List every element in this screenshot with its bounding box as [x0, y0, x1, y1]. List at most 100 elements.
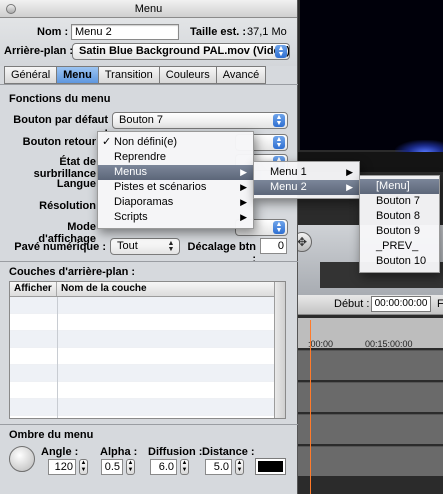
menu-item-reprendre[interactable]: Reprendre — [98, 150, 253, 165]
table-row[interactable] — [10, 331, 285, 348]
divider — [0, 424, 298, 425]
decalage-field[interactable]: 0 — [260, 238, 287, 254]
inspector-window: Menu Nom : Menu 2 Taille est. : 37,1 Mo … — [0, 0, 298, 494]
divider — [0, 261, 298, 262]
timeline-track[interactable] — [280, 382, 443, 412]
tab-menu[interactable]: Menu — [56, 66, 98, 84]
alpha-label: Alpha : — [100, 446, 138, 458]
popup-arrows-icon: ▲▼ — [275, 45, 287, 58]
menu-item-menu2[interactable]: Menu 2 ▶ — [254, 180, 359, 195]
popup-menu-level2: Menu 1 ▶ Menu 2 ▶ — [253, 161, 360, 199]
angle-field[interactable]: 120 — [48, 459, 76, 475]
timeline-track[interactable] — [280, 446, 443, 476]
bouton-defaut-popup[interactable]: Bouton 7 ▲ ▼ — [112, 112, 288, 129]
shadow-color-well[interactable] — [255, 458, 286, 475]
pave-numerique-value: Tout — [117, 240, 138, 252]
column-divider — [57, 297, 58, 418]
title-bar[interactable]: Menu — [0, 0, 297, 18]
fonctions-title: Fonctions du menu — [9, 93, 111, 105]
angle-stepper[interactable]: ▲ ▼ — [79, 459, 88, 475]
table-body — [10, 297, 285, 416]
popup-arrows-icon: ▲▼ — [273, 136, 285, 149]
pave-numerique-popup[interactable]: Tout ▲ ▼ — [110, 238, 180, 255]
diffusion-stepper[interactable]: ▲ ▼ — [180, 459, 189, 475]
divider — [0, 84, 298, 85]
tab-bar: Général Menu Transition Couleurs Avancé — [4, 66, 267, 84]
submenu-arrow-icon: ▶ — [240, 182, 247, 192]
table-scrollbar[interactable] — [274, 282, 285, 418]
tab-avance[interactable]: Avancé — [215, 66, 267, 84]
close-icon[interactable] — [6, 4, 16, 14]
checkmark-icon: ✓ — [102, 136, 112, 148]
popup-arrows-icon: ▲▼ — [167, 240, 175, 253]
ruler-tick: 00:15:00:00 — [365, 339, 413, 349]
distance-label: Distance : — [202, 446, 255, 458]
timeline-track[interactable] — [280, 350, 443, 380]
tab-general[interactable]: Général — [4, 66, 57, 84]
menu-item-bouton8[interactable]: Bouton 8 — [360, 209, 439, 224]
table-row[interactable] — [10, 399, 285, 416]
arriere-plan-popup[interactable]: Satin Blue Background PAL.mov (Vidéo) ▲ ▼ — [72, 43, 290, 60]
langue-label: Langue — [56, 178, 96, 190]
menu-item-menu1[interactable]: Menu 1 ▶ — [254, 165, 359, 180]
bouton-defaut-value: Bouton 7 — [119, 114, 164, 126]
angle-knob[interactable] — [9, 446, 35, 472]
popup-menu-level3: [Menu] Bouton 7 Bouton 8 Bouton 9 _PREV_… — [359, 175, 440, 273]
submenu-arrow-icon: ▶ — [240, 212, 247, 222]
distance-stepper[interactable]: ▲ ▼ — [235, 459, 244, 475]
popup-arrows-icon: ▲▼ — [273, 114, 285, 127]
window-controls — [6, 4, 16, 14]
bouton-retour-label: Bouton retour — [22, 136, 96, 148]
debut-field[interactable]: 00:00:00:00 — [371, 296, 431, 312]
nom-field[interactable]: Menu 2 — [71, 24, 179, 40]
taille-value: 37,1 Mo — [247, 26, 287, 38]
shadow-color-swatch — [258, 461, 283, 472]
menu-item-diaporamas[interactable]: Diaporamas ▶ — [98, 195, 253, 210]
diffusion-field[interactable]: 6.0 — [150, 459, 177, 475]
table-row[interactable] — [10, 297, 285, 314]
debut-label: Début : — [334, 298, 370, 310]
popup-menu-level1: ✓ Non défini(e) Reprendre Menus ▶ Pistes e… — [97, 131, 254, 229]
viewer-canvas — [300, 0, 443, 150]
menu-item-prev[interactable]: _PREV_ — [360, 239, 439, 254]
pave-numerique-label: Pavé numérique : — [14, 241, 106, 253]
table-row[interactable] — [10, 314, 285, 331]
playhead[interactable] — [310, 320, 311, 494]
diffusion-label: Diffusion : — [148, 446, 203, 458]
menu-item-non-defini[interactable]: ✓ Non défini(e) — [98, 135, 253, 150]
table-row[interactable] — [10, 382, 285, 399]
menu-item-bouton10[interactable]: Bouton 10 — [360, 254, 439, 269]
alpha-field[interactable]: 0.5 — [101, 459, 123, 475]
alpha-stepper[interactable]: ▲ ▼ — [126, 459, 135, 475]
submenu-arrow-icon: ▶ — [346, 167, 353, 177]
etat-surbrillance-label: État de surbrillance — [33, 156, 96, 180]
table-row[interactable] — [10, 365, 285, 382]
menu-item-scripts[interactable]: Scripts ▶ — [98, 210, 253, 225]
distance-field[interactable]: 5.0 — [205, 459, 232, 475]
menu-item-menu-root[interactable]: [Menu] — [360, 179, 439, 194]
table-row[interactable] — [10, 348, 285, 365]
timeline-track[interactable] — [280, 414, 443, 444]
inspector-header: Nom : Menu 2 Taille est. : 37,1 Mo Arriè… — [0, 18, 297, 66]
menu-item-pistes[interactable]: Pistes et scénarios ▶ — [98, 180, 253, 195]
col-nom-couche[interactable]: Nom de la couche — [57, 282, 285, 296]
table-header: Afficher Nom de la couche — [10, 282, 285, 297]
popup-arrows-icon: ▲▼ — [273, 221, 285, 234]
menu-item-menus[interactable]: Menus ▶ — [98, 165, 253, 180]
window-title: Menu — [134, 3, 163, 15]
bouton-defaut-label: Bouton par défaut : — [13, 114, 108, 138]
ruler-tick: :00:00 — [308, 339, 334, 349]
couches-table[interactable]: Afficher Nom de la couche — [9, 281, 286, 419]
arriere-plan-label: Arrière-plan : — [4, 45, 74, 57]
ombre-title: Ombre du menu — [9, 429, 94, 441]
tab-couleurs[interactable]: Couleurs — [158, 66, 216, 84]
submenu-arrow-icon: ▶ — [240, 167, 247, 177]
timeline-ruler[interactable] — [280, 318, 443, 348]
submenu-arrow-icon: ▶ — [346, 182, 353, 192]
tab-transition[interactable]: Transition — [97, 66, 159, 84]
couches-title: Couches d'arrière-plan : — [9, 266, 136, 278]
col-afficher[interactable]: Afficher — [10, 282, 57, 296]
menu-item-bouton7[interactable]: Bouton 7 — [360, 194, 439, 209]
resolution-label: Résolution — [39, 200, 96, 212]
menu-item-bouton9[interactable]: Bouton 9 — [360, 224, 439, 239]
